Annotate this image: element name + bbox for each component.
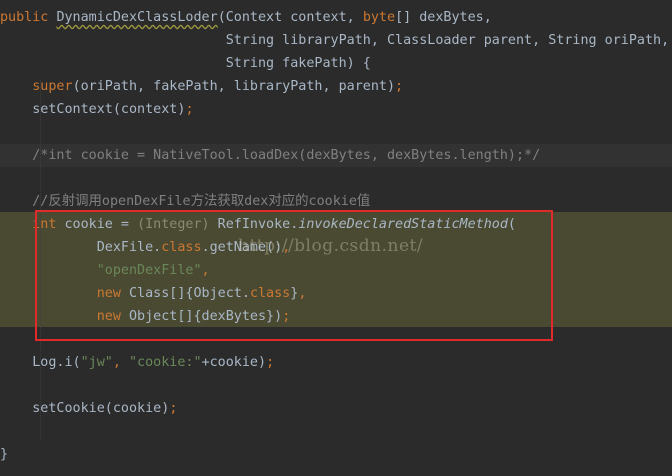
code-token: (oriPath, fakePath, libraryPath, parent) — [72, 79, 396, 94]
code-line-15[interactable]: } — [0, 443, 672, 466]
code-token: String libraryPath, ClassLoader parent, … — [0, 33, 670, 48]
string-token: "cookie:" — [129, 355, 202, 370]
string-token: "jw" — [80, 355, 113, 370]
code-line-13[interactable]: Log.i("jw", "cookie:"+cookie); — [0, 351, 672, 374]
code-line-4[interactable]: super(oriPath, fakePath, libraryPath, pa… — [0, 75, 672, 98]
code-token: String fakePath) { — [0, 56, 371, 71]
keyword-token: public — [0, 10, 49, 25]
code-token: } — [0, 447, 9, 462]
keyword-token: super — [0, 79, 73, 94]
code-token: [] dexBytes, — [395, 10, 492, 25]
punctuation-token: ; — [169, 401, 178, 416]
code-token: Log.i( — [0, 355, 81, 370]
constructor-name-token: DynamicDexClassLoder — [56, 10, 218, 25]
code-line-5[interactable]: setContext(context); — [0, 98, 672, 121]
punctuation-token: , — [112, 355, 129, 370]
punctuation-token: ; — [395, 79, 404, 94]
keyword-token: byte — [362, 10, 396, 25]
punctuation-token: ; — [266, 355, 275, 370]
code-token: (Context context, — [217, 10, 363, 25]
punctuation-token: ; — [185, 102, 194, 117]
code-line-14[interactable]: setCookie(cookie); — [0, 397, 672, 420]
code-line-6[interactable]: /*int cookie = NativeTool.loadDex(dexByt… — [0, 144, 672, 167]
annotation-box — [35, 210, 553, 341]
comment-token: /*int cookie = NativeTool.loadDex(dexByt… — [0, 148, 541, 163]
code-line-2[interactable]: String libraryPath, ClassLoader parent, … — [0, 29, 672, 52]
code-line-1[interactable]: public DynamicDexClassLoder(Context cont… — [0, 6, 672, 29]
code-line-3[interactable]: String fakePath) { — [0, 52, 672, 75]
code-token: setCookie(cookie) — [0, 401, 170, 416]
code-token: +cookie) — [201, 355, 267, 370]
comment-token: //反射调用openDexFile方法获取dex对应的cookie值 — [0, 194, 371, 209]
code-editor[interactable]: public DynamicDexClassLoder(Context cont… — [0, 0, 672, 476]
code-token: setContext(context) — [0, 102, 186, 117]
